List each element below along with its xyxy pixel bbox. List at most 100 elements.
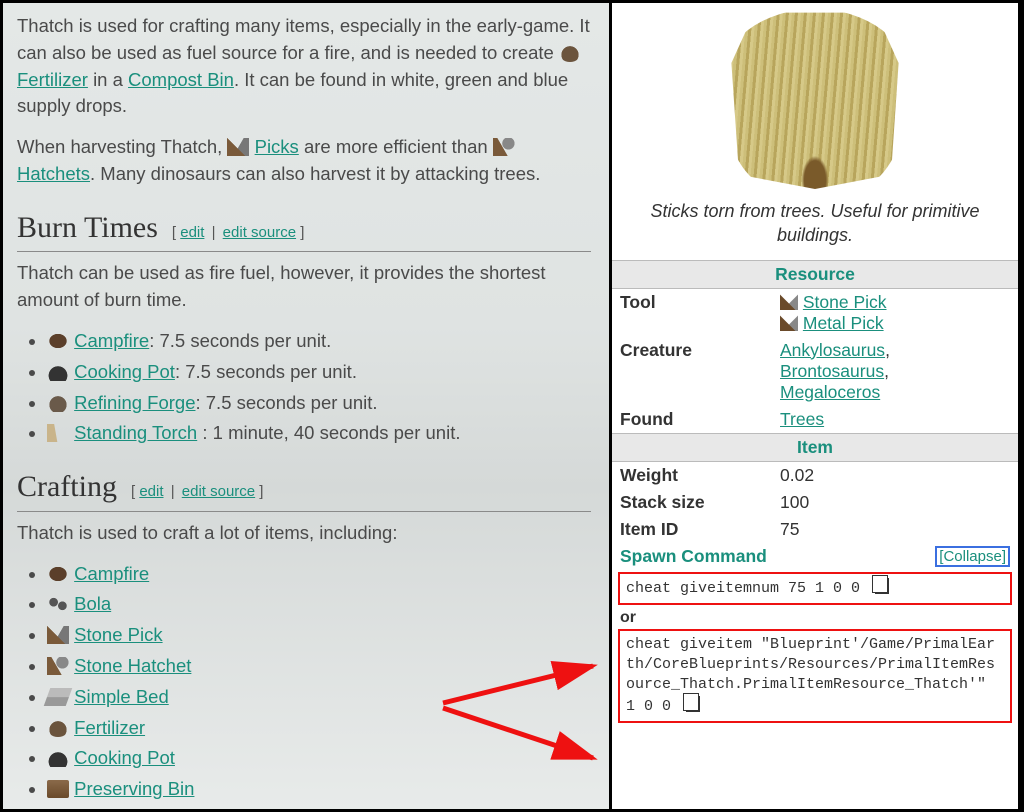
link-fertilizer[interactable]: Fertilizer	[74, 717, 145, 738]
table-row: Weight 0.02	[612, 461, 1018, 489]
text: : 7.5 seconds per unit.	[175, 361, 357, 382]
link-simple-bed[interactable]: Simple Bed	[74, 686, 169, 707]
link-brontosaurus[interactable]: Brontosaurus	[780, 361, 884, 381]
link-ankylosaurus[interactable]: Ankylosaurus	[780, 340, 885, 360]
text: . Many dinosaurs can also harvest it by …	[90, 163, 540, 184]
copy-icon[interactable]	[875, 578, 889, 594]
link-compost-bin[interactable]: Compost Bin	[128, 69, 234, 90]
link-stone-pick[interactable]: Stone Pick	[803, 292, 887, 312]
value-stack: 100	[772, 489, 1018, 516]
metal-pick-icon	[780, 315, 798, 331]
preserving-bin-icon	[47, 780, 69, 798]
label-spawn-command: Spawn Command	[620, 546, 767, 566]
intro-paragraph-2: When harvesting Thatch, Picks are more e…	[17, 134, 591, 188]
fertilizer-icon	[47, 719, 69, 737]
burn-list: Campfire: 7.5 seconds per unit. Cooking …	[47, 328, 591, 447]
text: When harvesting Thatch,	[17, 136, 227, 157]
hatchet-icon	[493, 138, 515, 156]
info-table: Resource Tool Stone Pick Metal Pick Crea…	[612, 260, 1018, 727]
link-bola[interactable]: Bola	[74, 593, 111, 614]
edit-source-link[interactable]: edit source	[223, 224, 296, 241]
edit-links: [ edit | edit source ]	[172, 222, 305, 244]
list-item: Cooking Pot: 7.5 seconds per unit.	[47, 359, 591, 386]
table-row: Creature Ankylosaurus, Brontosaurus, Meg…	[612, 337, 1018, 406]
section-heading-burn-times: Burn Times [ edit | edit source ]	[17, 206, 591, 253]
command-text: cheat giveitemnum 75 1 0 0	[626, 580, 860, 597]
text: : 7.5 seconds per unit.	[195, 392, 377, 413]
intro-paragraph-1: Thatch is used for crafting many items, …	[17, 13, 591, 120]
bola-icon	[47, 595, 69, 613]
stone-hatchet-icon	[47, 657, 69, 675]
label-found: Found	[612, 406, 772, 434]
campfire-icon	[47, 332, 69, 350]
collapse-button[interactable]: [Collapse]	[935, 546, 1010, 567]
table-row: Spawn Command [Collapse]	[612, 543, 1018, 570]
link-trees[interactable]: Trees	[780, 409, 824, 429]
label-item-id: Item ID	[612, 516, 772, 543]
list-item: Fertilizer	[47, 715, 591, 742]
refining-forge-icon	[47, 394, 69, 412]
craft-list: Campfire Bola Stone Pick Stone Hatchet S…	[47, 561, 591, 804]
article-body: Thatch is used for crafting many items, …	[3, 3, 609, 809]
table-row: Item ID 75	[612, 516, 1018, 543]
link-megaloceros[interactable]: Megaloceros	[780, 382, 880, 402]
list-item: Simple Bed	[47, 684, 591, 711]
edit-link[interactable]: edit	[180, 224, 204, 241]
heading-text: Crafting	[17, 465, 117, 509]
link-metal-pick[interactable]: Metal Pick	[803, 313, 884, 333]
link-stone-pick[interactable]: Stone Pick	[74, 624, 162, 645]
table-row: Found Trees	[612, 406, 1018, 434]
edit-links: [ edit | edit source ]	[131, 481, 264, 503]
list-item: Cooking Pot	[47, 745, 591, 772]
link-hatchets[interactable]: Hatchets	[17, 163, 90, 184]
infobox: Sticks torn from trees. Useful for primi…	[609, 3, 1021, 809]
pick-icon	[227, 138, 249, 156]
link-preserving-bin[interactable]: Preserving Bin	[74, 778, 194, 799]
standing-torch-icon	[47, 424, 69, 442]
link-cooking-pot[interactable]: Cooking Pot	[74, 361, 175, 382]
item-image	[612, 3, 1018, 193]
section-heading-crafting: Crafting [ edit | edit source ]	[17, 465, 591, 512]
link-campfire[interactable]: Campfire	[74, 330, 149, 351]
link-refining-forge[interactable]: Refining Forge	[74, 392, 195, 413]
simple-bed-icon	[44, 688, 73, 706]
command-text: cheat giveitem "Blueprint'/Game/PrimalEa…	[626, 636, 995, 715]
link-campfire[interactable]: Campfire	[74, 563, 149, 584]
edit-link[interactable]: edit	[139, 483, 163, 500]
link-fertilizer[interactable]: Fertilizer	[17, 69, 88, 90]
text: Thatch is used for crafting many items, …	[17, 15, 590, 63]
link-standing-torch[interactable]: Standing Torch	[74, 422, 197, 443]
list-item: Preserving Bin	[47, 776, 591, 803]
table-row: Stack size 100	[612, 489, 1018, 516]
section-resource: Resource	[612, 260, 1018, 288]
section-item: Item	[612, 433, 1018, 461]
label-creature: Creature	[612, 337, 772, 406]
burn-intro: Thatch can be used as fire fuel, however…	[17, 260, 591, 314]
list-item: Standing Torch : 1 minute, 40 seconds pe…	[47, 420, 591, 447]
text: : 7.5 seconds per unit.	[149, 330, 331, 351]
label-stack: Stack size	[612, 489, 772, 516]
copy-icon[interactable]	[686, 696, 700, 712]
cooking-pot-icon	[47, 749, 69, 767]
stone-pick-icon	[47, 626, 69, 644]
spawn-command-2: cheat giveitem "Blueprint'/Game/PrimalEa…	[618, 629, 1012, 723]
or-label: or	[620, 609, 1010, 627]
heading-text: Burn Times	[17, 206, 158, 250]
edit-source-link[interactable]: edit source	[182, 483, 255, 500]
fertilizer-icon	[559, 44, 581, 62]
label-weight: Weight	[612, 461, 772, 489]
link-picks[interactable]: Picks	[255, 136, 299, 157]
text: in a	[93, 69, 128, 90]
link-stone-hatchet[interactable]: Stone Hatchet	[74, 655, 191, 676]
campfire-icon	[47, 565, 69, 583]
list-item: Stone Hatchet	[47, 653, 591, 680]
list-item: Campfire	[47, 561, 591, 588]
link-cooking-pot[interactable]: Cooking Pot	[74, 747, 175, 768]
list-item: Bola	[47, 591, 591, 618]
craft-intro: Thatch is used to craft a lot of items, …	[17, 520, 591, 547]
value-weight: 0.02	[772, 461, 1018, 489]
table-row: Tool Stone Pick Metal Pick	[612, 288, 1018, 337]
list-item: Campfire: 7.5 seconds per unit.	[47, 328, 591, 355]
list-item: Refining Forge: 7.5 seconds per unit.	[47, 390, 591, 417]
value-item-id: 75	[772, 516, 1018, 543]
